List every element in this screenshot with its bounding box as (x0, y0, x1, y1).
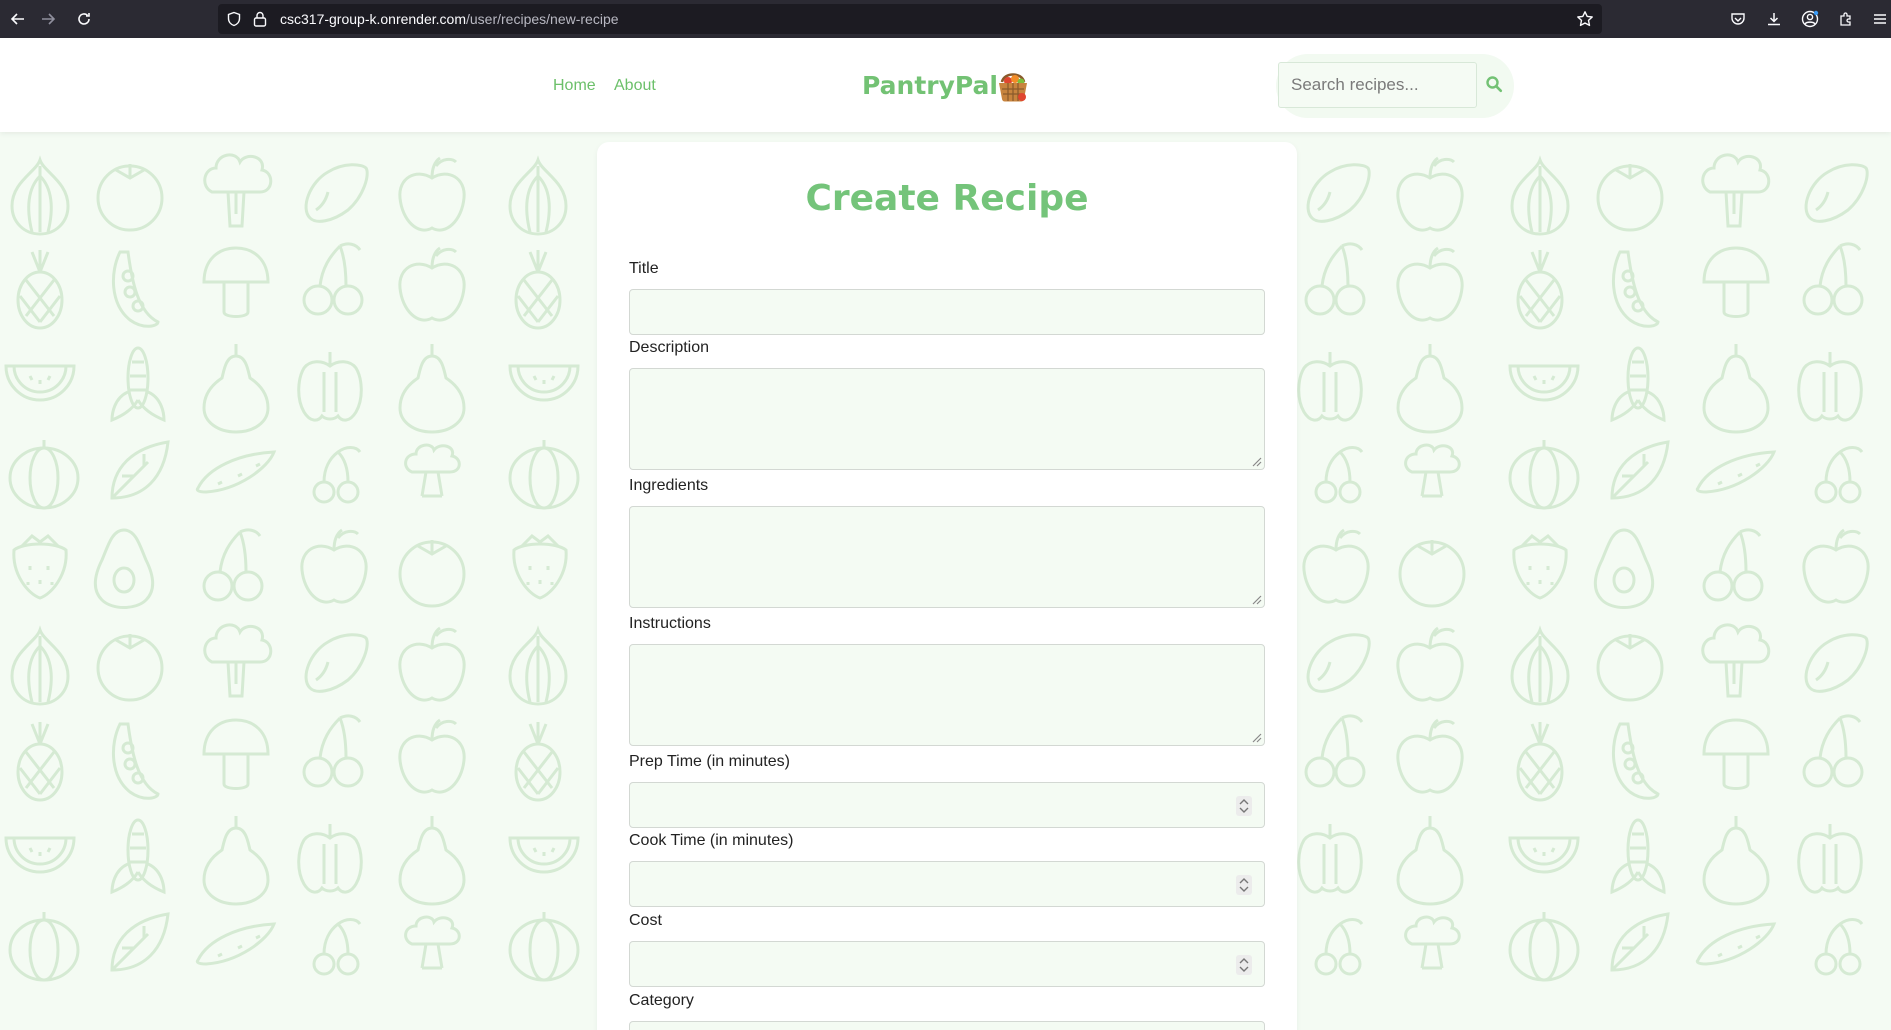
create-recipe-card: Create Recipe Title Description Ingredie… (597, 142, 1297, 1030)
description-label: Description (629, 339, 710, 356)
url-bar[interactable]: csc317-group-k.onrender.com/user/recipes… (218, 4, 1602, 34)
browser-toolbar: csc317-group-k.onrender.com/user/recipes… (0, 0, 1891, 38)
resize-grip-icon[interactable] (1250, 455, 1262, 467)
cost-label: Cost (629, 912, 662, 929)
prep-time-input[interactable] (629, 782, 1265, 828)
ingredients-textarea[interactable] (629, 506, 1265, 608)
url-path: /user/recipes/new-recipe (466, 11, 619, 27)
resize-grip-icon[interactable] (1250, 731, 1262, 743)
search-input[interactable] (1278, 62, 1477, 108)
menu-icon[interactable] (1865, 0, 1891, 38)
nav-link-about[interactable]: About (614, 77, 656, 95)
category-select[interactable] (629, 1021, 1265, 1030)
url-host: csc317-group-k.onrender.com (280, 11, 466, 27)
cost-input[interactable] (629, 941, 1265, 987)
page-title: Create Recipe (805, 178, 1089, 219)
bookmark-star-icon[interactable] (1576, 10, 1594, 33)
downloads-icon[interactable] (1759, 0, 1789, 38)
title-label: Title (629, 260, 659, 277)
search-container (1276, 54, 1514, 118)
number-stepper-icon[interactable] (1236, 796, 1252, 816)
url-text: csc317-group-k.onrender.com/user/recipes… (280, 11, 619, 27)
description-textarea[interactable] (629, 368, 1265, 470)
instructions-textarea[interactable] (629, 644, 1265, 746)
forward-icon[interactable] (30, 0, 66, 38)
lock-icon[interactable] (252, 10, 268, 33)
prep-time-label: Prep Time (in minutes) (629, 753, 790, 770)
cook-time-input[interactable] (629, 861, 1265, 907)
extensions-icon[interactable] (1831, 0, 1861, 38)
brand-name[interactable]: PantryPal (862, 71, 998, 100)
site-header: Home About PantryPal (0, 38, 1891, 132)
cook-time-label: Cook Time (in minutes) (629, 832, 794, 849)
number-stepper-icon[interactable] (1236, 955, 1252, 975)
number-stepper-icon[interactable] (1236, 875, 1252, 895)
resize-grip-icon[interactable] (1250, 593, 1262, 605)
reload-icon[interactable] (66, 0, 102, 38)
title-input[interactable] (629, 289, 1265, 335)
shield-icon[interactable] (226, 11, 242, 32)
category-label: Category (629, 992, 694, 1009)
search-button[interactable] (1482, 73, 1506, 97)
search-icon (1486, 75, 1503, 92)
nav-link-home[interactable]: Home (553, 77, 596, 95)
instructions-label: Instructions (629, 615, 711, 632)
account-icon[interactable] (1795, 0, 1825, 38)
ingredients-label: Ingredients (629, 477, 709, 494)
pocket-icon[interactable] (1723, 0, 1753, 38)
basket-logo-icon[interactable] (993, 65, 1033, 105)
